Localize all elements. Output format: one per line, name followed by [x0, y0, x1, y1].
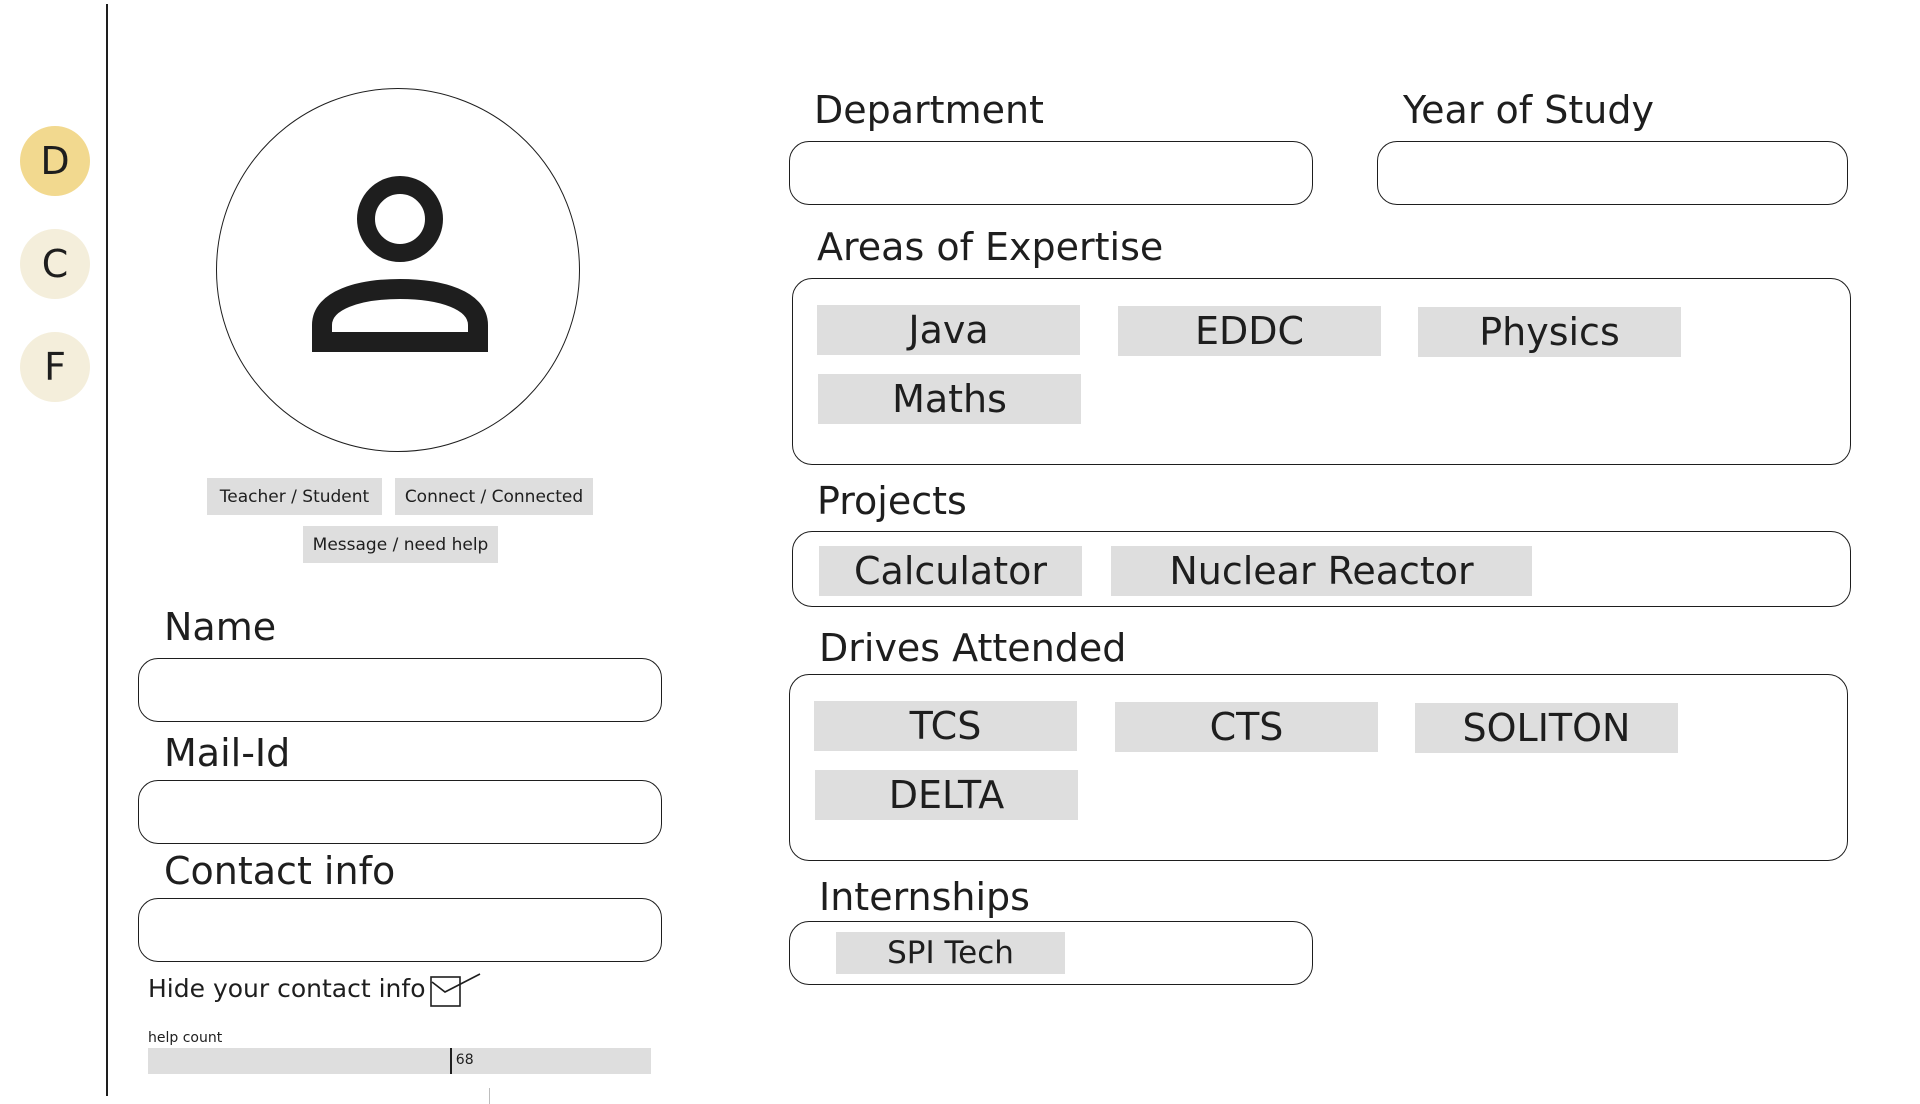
project-tag[interactable]: Nuclear Reactor [1111, 546, 1532, 596]
avatar[interactable] [216, 88, 580, 452]
sidebar-divider [106, 4, 108, 1096]
drive-tag[interactable]: CTS [1115, 702, 1378, 752]
sidebar-item-c[interactable]: C [20, 229, 90, 299]
sidebar-item-label: C [41, 242, 69, 286]
expertise-tag[interactable]: Java [817, 305, 1080, 355]
hide-contact-label: Hide your contact info [148, 974, 426, 1003]
connect-button-label: Connect / Connected [404, 486, 584, 507]
year-of-study-label: Year of Study [1403, 88, 1654, 132]
expertise-tag[interactable]: EDDC [1118, 306, 1381, 356]
role-toggle-button[interactable]: Teacher / Student [207, 478, 382, 515]
mail-field[interactable] [138, 780, 662, 844]
sidebar-item-label: F [44, 345, 66, 389]
user-icon [311, 175, 488, 352]
contact-label: Contact info [164, 849, 396, 893]
role-toggle-label: Teacher / Student [219, 486, 370, 507]
name-field[interactable] [138, 658, 662, 722]
mail-label: Mail-Id [164, 731, 291, 775]
divider [489, 1088, 490, 1104]
help-count-value: 68 [455, 1052, 474, 1068]
internship-tag[interactable]: SPI Tech [836, 932, 1065, 974]
contact-field[interactable] [138, 898, 662, 962]
expertise-tag[interactable]: Maths [818, 374, 1081, 424]
department-field[interactable] [789, 141, 1313, 205]
connect-button[interactable]: Connect / Connected [395, 478, 593, 515]
expertise-label: Areas of Expertise [817, 225, 1164, 269]
year-of-study-field[interactable] [1377, 141, 1848, 205]
drives-label: Drives Attended [819, 626, 1127, 670]
help-count-bar [148, 1048, 651, 1074]
drive-tag[interactable]: SOLITON [1415, 703, 1678, 753]
name-label: Name [164, 605, 277, 649]
project-tag[interactable]: Calculator [819, 546, 1082, 596]
department-label: Department [814, 88, 1044, 132]
message-button-label: Message / need help [312, 534, 489, 555]
hide-contact-checkbox[interactable] [430, 972, 482, 1008]
drive-tag[interactable]: TCS [814, 701, 1077, 751]
sidebar-item-d[interactable]: D [20, 126, 90, 196]
sidebar-item-label: D [40, 139, 70, 183]
drive-tag[interactable]: DELTA [815, 770, 1078, 820]
internships-label: Internships [819, 875, 1030, 919]
projects-label: Projects [817, 479, 967, 523]
sidebar-item-f[interactable]: F [20, 332, 90, 402]
help-count-label: help count [148, 1030, 223, 1046]
expertise-tag[interactable]: Physics [1418, 307, 1681, 357]
help-count-marker [449, 1048, 452, 1074]
message-button[interactable]: Message / need help [303, 526, 498, 563]
